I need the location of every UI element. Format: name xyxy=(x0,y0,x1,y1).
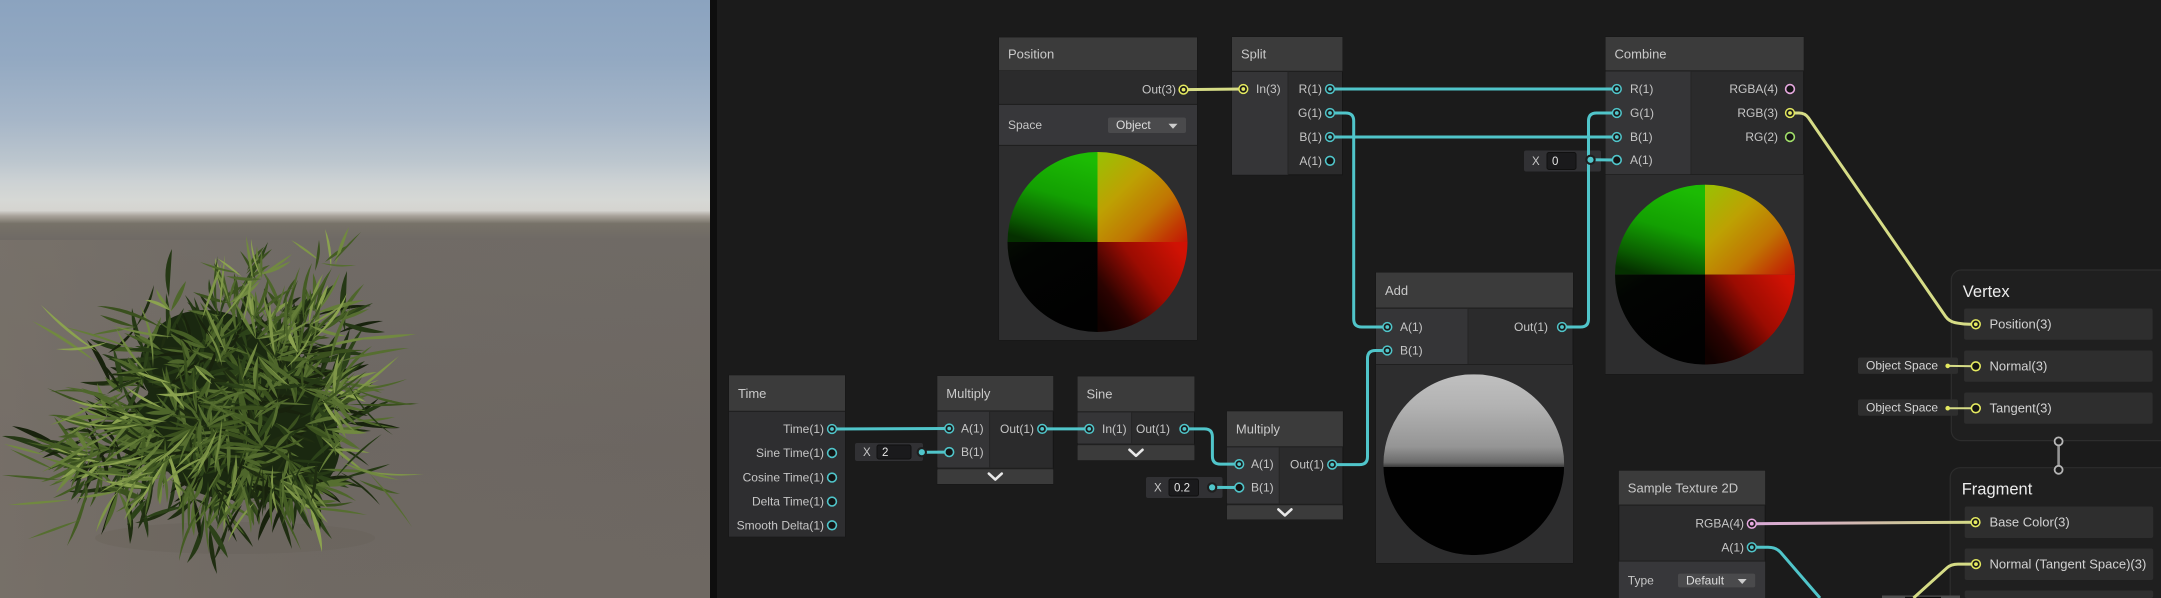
svg-text:Split: Split xyxy=(1241,47,1267,62)
svg-text:Out(1): Out(1) xyxy=(1514,320,1548,334)
svg-text:A(1): A(1) xyxy=(961,422,984,436)
svg-text:R(1): R(1) xyxy=(1299,82,1322,96)
svg-text:0.2: 0.2 xyxy=(1174,483,1190,495)
svg-text:Object Space: Object Space xyxy=(1866,401,1938,415)
svg-text:Sine: Sine xyxy=(1087,387,1113,402)
svg-text:Time: Time xyxy=(738,386,766,401)
svg-text:Smooth Delta(1): Smooth Delta(1) xyxy=(737,518,824,532)
svg-text:Sine Time(1): Sine Time(1) xyxy=(756,446,824,460)
svg-text:B(1): B(1) xyxy=(961,445,984,459)
svg-text:Time(1): Time(1) xyxy=(783,422,824,436)
svg-text:Cosine Time(1): Cosine Time(1) xyxy=(743,471,824,485)
svg-text:X: X xyxy=(1532,156,1540,168)
svg-text:Fragment: Fragment xyxy=(1962,481,2033,499)
svg-text:A(1): A(1) xyxy=(1721,540,1744,554)
svg-text:RGBA(4): RGBA(4) xyxy=(1695,517,1744,531)
svg-text:Out(3): Out(3) xyxy=(1142,83,1176,97)
svg-text:Type: Type xyxy=(1628,573,1654,587)
svg-text:R(1): R(1) xyxy=(1630,82,1653,96)
svg-text:G(1): G(1) xyxy=(1298,106,1322,120)
svg-text:0: 0 xyxy=(1552,156,1558,168)
svg-text:B(1): B(1) xyxy=(1299,130,1322,144)
svg-text:Position: Position xyxy=(1008,47,1054,62)
svg-text:Out(1): Out(1) xyxy=(1000,422,1034,436)
svg-text:X: X xyxy=(863,447,871,459)
svg-text:A(1): A(1) xyxy=(1299,154,1322,168)
svg-text:2: 2 xyxy=(882,447,888,459)
svg-text:Position(3): Position(3) xyxy=(1990,317,2052,332)
svg-text:Delta Time(1): Delta Time(1) xyxy=(752,495,824,509)
svg-text:B(1): B(1) xyxy=(1400,344,1423,358)
svg-text:Normal (Tangent Space)(3): Normal (Tangent Space)(3) xyxy=(1990,557,2147,572)
svg-text:RGB(3): RGB(3) xyxy=(1737,106,1778,120)
svg-text:A(1): A(1) xyxy=(1251,457,1274,471)
svg-text:Add: Add xyxy=(1385,283,1408,298)
svg-text:B(1): B(1) xyxy=(1630,130,1653,144)
svg-text:In(1): In(1) xyxy=(1102,422,1127,436)
svg-text:Object Space: Object Space xyxy=(1866,359,1938,373)
svg-text:RGBA(4): RGBA(4) xyxy=(1729,82,1778,96)
svg-text:Out(1): Out(1) xyxy=(1136,422,1170,436)
svg-text:Out(1): Out(1) xyxy=(1290,458,1324,472)
svg-text:Sample Texture 2D: Sample Texture 2D xyxy=(1628,480,1738,495)
svg-text:Space: Space xyxy=(1008,118,1042,132)
svg-text:Combine: Combine xyxy=(1615,47,1667,62)
svg-text:RG(2): RG(2) xyxy=(1745,130,1778,144)
svg-text:In(3): In(3) xyxy=(1256,82,1281,96)
svg-text:Default: Default xyxy=(1686,574,1725,588)
svg-text:Object: Object xyxy=(1116,118,1151,132)
svg-text:X: X xyxy=(1154,483,1162,495)
svg-text:Vertex: Vertex xyxy=(1963,283,2011,301)
svg-text:A(1): A(1) xyxy=(1400,320,1423,334)
svg-text:A(1): A(1) xyxy=(1630,153,1653,167)
svg-text:Normal(3): Normal(3) xyxy=(1990,359,2048,374)
svg-text:Tangent(3): Tangent(3) xyxy=(1990,401,2052,416)
svg-text:G(1): G(1) xyxy=(1630,106,1654,120)
svg-text:Multiply: Multiply xyxy=(946,386,991,401)
svg-text:Multiply: Multiply xyxy=(1236,422,1281,437)
svg-text:Base Color(3): Base Color(3) xyxy=(1990,515,2070,530)
svg-text:B(1): B(1) xyxy=(1251,481,1274,495)
